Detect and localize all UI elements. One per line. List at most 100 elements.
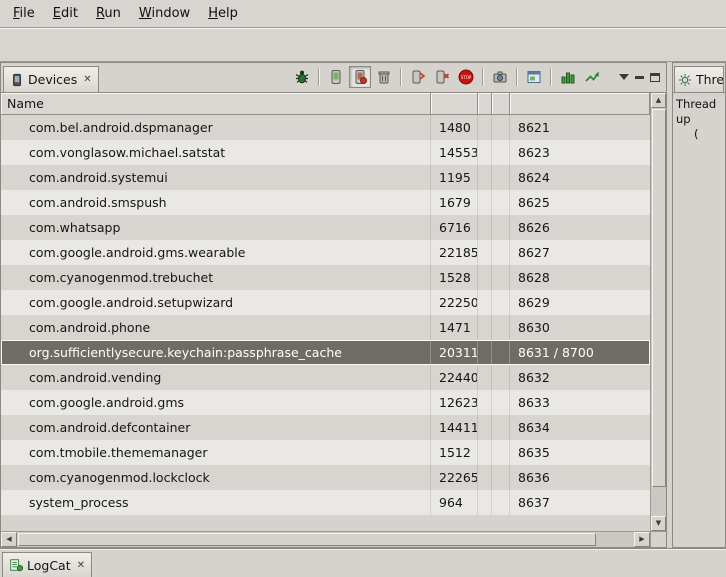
scroll-track[interactable] [17,532,634,547]
process-port: 8630 [510,315,650,340]
cell-spacer [492,240,510,265]
menu-item-edit[interactable]: Edit [44,2,87,25]
table-row[interactable]: system_process 964 8637 [1,490,650,515]
process-port: 8626 [510,215,650,240]
process-port: 8635 [510,440,650,465]
cell-spacer [492,340,510,365]
devices-view-toolbar: STOP [291,66,664,92]
toolbar-separator [400,68,402,86]
scroll-up-icon[interactable]: ▲ [651,93,666,108]
cell-spacer [492,165,510,190]
maximize-icon[interactable] [650,73,660,82]
cell-spacer [478,265,492,290]
process-pid: 14553 [431,140,478,165]
dump-hprof-icon[interactable] [349,66,371,88]
menu-label: Window [139,6,190,21]
menu-item-run[interactable]: Run [87,2,130,25]
menu-label: Help [208,6,238,21]
process-name: com.android.vending [1,365,431,390]
scroll-track[interactable] [651,487,666,516]
process-pid: 1528 [431,265,478,290]
view-menu-icon[interactable] [619,74,629,80]
menu-item-window[interactable]: Window [130,2,199,25]
minimize-icon[interactable] [635,76,644,79]
horizontal-scroll-thumb[interactable] [18,533,596,546]
process-name: com.cyanogenmod.lockclock [1,465,431,490]
table-header: Name [1,93,650,115]
scroll-right-icon[interactable]: ▶ [634,532,650,547]
menu-item-help[interactable]: Help [199,2,247,25]
table-row[interactable]: com.google.android.gms.wearable 22185 86… [1,240,650,265]
process-name: com.tmobile.thememanager [1,440,431,465]
cell-spacer [478,465,492,490]
process-pid: 12623 [431,390,478,415]
table-row[interactable]: com.whatsapp 6716 8626 [1,215,650,240]
tab-devices[interactable]: Devices ✕ [3,66,99,92]
scroll-down-icon[interactable]: ▼ [651,516,666,531]
vertical-scroll-thumb[interactable] [652,109,666,487]
debug-icon[interactable] [291,66,313,88]
cause-gc-icon[interactable] [373,66,395,88]
table-row[interactable]: com.cyanogenmod.lockclock 22265 8636 [1,465,650,490]
cell-spacer [478,490,492,515]
threads-message-line2: ( [676,127,722,142]
process-pid: 1480 [431,115,478,140]
process-port: 8634 [510,415,650,440]
column-header-port [510,93,650,115]
table-row[interactable]: com.google.android.gms 12623 8633 [1,390,650,415]
tab-threads-label: Threads [696,72,724,87]
process-name: com.whatsapp [1,215,431,240]
method-profiling-icon[interactable] [557,66,579,88]
view-window-buttons [619,73,660,82]
threads-panel: Threads Thread up ( [672,62,726,548]
process-name: system_process [1,490,431,515]
process-pid: 22440 [431,365,478,390]
close-icon[interactable]: ✕ [77,560,85,571]
table-row[interactable]: com.android.phone 1471 8630 [1,315,650,340]
vertical-scrollbar[interactable]: ▲ ▼ [650,93,666,531]
menu-item-file[interactable]: File [4,2,44,25]
update-heap-icon[interactable] [325,66,347,88]
stop-process-icon[interactable]: STOP [455,66,477,88]
table-row[interactable]: com.google.android.setupwizard 22250 862… [1,290,650,315]
update-threads-icon[interactable] [407,66,429,88]
cell-spacer [478,415,492,440]
table-row[interactable]: com.android.smspush 1679 8625 [1,190,650,215]
screen-capture-icon[interactable] [489,66,511,88]
logcat-icon [9,558,23,572]
column-header-name[interactable]: Name [1,93,431,115]
devices-table: Name com.bel.android.dspmanager 1480 862… [1,93,666,547]
process-name: com.android.systemui [1,165,431,190]
table-row[interactable]: com.android.vending 22440 8632 [1,365,650,390]
cell-spacer [478,315,492,340]
process-pid: 22250 [431,290,478,315]
close-icon[interactable]: ✕ [83,74,91,85]
process-name: com.android.smspush [1,190,431,215]
process-name: com.vonglasow.michael.satstat [1,140,431,165]
device-view-icon[interactable] [523,66,545,88]
table-body: com.bel.android.dspmanager 1480 8621 com… [1,115,650,531]
start-profiling-icon[interactable] [581,66,603,88]
table-row[interactable]: com.tmobile.thememanager 1512 8635 [1,440,650,465]
cell-spacer [492,415,510,440]
table-row[interactable]: com.android.defcontainer 14411 8634 [1,415,650,440]
horizontal-scrollbar[interactable]: ◀ ▶ [1,531,650,547]
process-port: 8627 [510,240,650,265]
process-pid: 22265 [431,465,478,490]
cell-spacer [492,265,510,290]
table-row[interactable]: com.android.systemui 1195 8624 [1,165,650,190]
tab-logcat[interactable]: LogCat ✕ [2,552,92,577]
thread-updates-icon[interactable] [431,66,453,88]
process-port: 8632 [510,365,650,390]
device-icon [10,73,24,87]
table-row[interactable]: com.vonglasow.michael.satstat 14553 8623 [1,140,650,165]
process-name: com.android.defcontainer [1,415,431,440]
table-row[interactable]: com.bel.android.dspmanager 1480 8621 [1,115,650,140]
table-row[interactable]: com.cyanogenmod.trebuchet 1528 8628 [1,265,650,290]
scroll-left-icon[interactable]: ◀ [1,532,17,547]
tab-threads[interactable]: Threads [674,66,724,92]
cell-spacer [492,115,510,140]
process-name: com.google.android.gms.wearable [1,240,431,265]
table-row-selected[interactable]: org.sufficientlysecure.keychain:passphra… [1,340,650,365]
process-pid: 14411 [431,415,478,440]
